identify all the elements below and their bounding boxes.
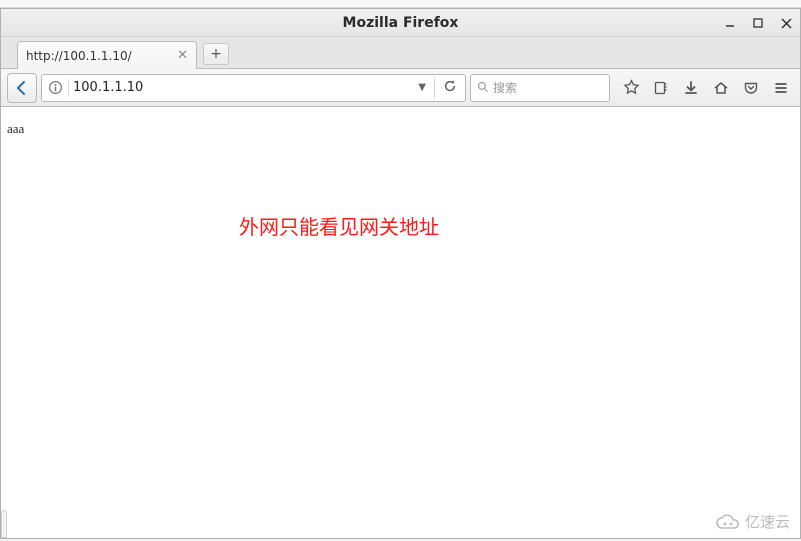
home-button[interactable] — [708, 75, 734, 101]
toolbar-right — [618, 75, 794, 101]
page-viewport: aaa 外网只能看见网关地址 亿速云 — [1, 107, 800, 538]
nav-toolbar: ▼ — [1, 69, 800, 107]
bookmark-star-button[interactable] — [618, 75, 644, 101]
tab-strip: http://100.1.1.10/ ✕ + — [1, 37, 800, 69]
reload-button[interactable] — [439, 78, 461, 97]
url-input[interactable] — [73, 80, 410, 95]
browser-tab[interactable]: http://100.1.1.10/ ✕ — [17, 41, 197, 69]
minimize-button[interactable] — [720, 13, 740, 33]
url-bar[interactable]: ▼ — [41, 74, 466, 102]
separator — [68, 79, 69, 97]
pocket-button[interactable] — [738, 75, 764, 101]
page-annotation-text: 外网只能看见网关地址 — [239, 211, 439, 240]
menu-button[interactable] — [768, 75, 794, 101]
os-panel — [0, 0, 801, 8]
close-button[interactable] — [776, 13, 796, 33]
history-dropdown-icon[interactable]: ▼ — [414, 82, 430, 93]
browser-window: Mozilla Firefox http://100.1.1.10/ ✕ + — [0, 8, 801, 539]
maximize-button[interactable] — [748, 13, 768, 33]
window-title: Mozilla Firefox — [1, 15, 800, 31]
watermark: 亿速云 — [715, 511, 790, 532]
watermark-text: 亿速云 — [745, 511, 790, 532]
scroll-hint — [1, 510, 7, 538]
plus-icon: + — [210, 46, 222, 62]
search-bar[interactable] — [470, 74, 610, 102]
page-body-text: aaa — [7, 121, 24, 137]
back-button[interactable] — [7, 73, 37, 103]
watermark-cloud-icon — [715, 513, 741, 531]
separator — [434, 78, 435, 98]
search-icon — [477, 78, 489, 97]
window-buttons — [720, 9, 796, 37]
new-tab-button[interactable]: + — [203, 43, 229, 65]
tab-close-icon[interactable]: ✕ — [177, 48, 188, 63]
library-button[interactable] — [648, 75, 674, 101]
titlebar: Mozilla Firefox — [1, 9, 800, 37]
site-info-icon[interactable] — [46, 79, 64, 97]
tab-label: http://100.1.1.10/ — [26, 49, 132, 63]
downloads-button[interactable] — [678, 75, 704, 101]
